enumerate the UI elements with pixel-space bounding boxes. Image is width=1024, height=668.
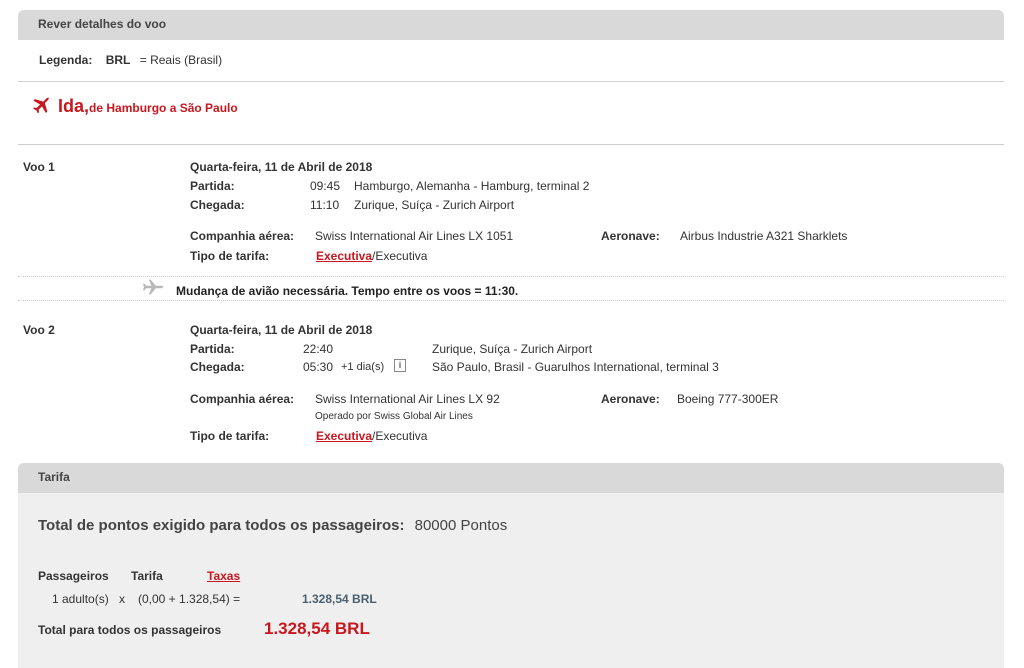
flight2-label: Voo 2 bbox=[23, 323, 55, 337]
grand-total-label: Total para todos os passageiros bbox=[38, 623, 222, 637]
flight2-fare: Executiva/Executiva bbox=[316, 429, 427, 443]
legend-eq: = bbox=[139, 53, 147, 67]
flight2-airline-label: Companhia aérea: bbox=[190, 392, 295, 406]
divider bbox=[18, 144, 1004, 145]
review-header: Rever detalhes do voo bbox=[18, 10, 1004, 40]
row-calc: (0,00 + 1.328,54) = bbox=[138, 592, 241, 606]
fare-panel: Tarifa bbox=[18, 463, 1004, 668]
flight2-arrival-time: 05:30 bbox=[303, 360, 334, 374]
flight1-airline-label: Companhia aérea: bbox=[190, 229, 295, 243]
col-taxes-link[interactable]: Taxas bbox=[207, 569, 240, 583]
direction-heading: Ida, de Hamburgo a São Paulo bbox=[30, 95, 238, 117]
flight2-date: Quarta-feira, 11 de Abril de 2018 bbox=[190, 323, 373, 337]
total-points-label: Total de pontos exigido para todos os pa… bbox=[38, 517, 405, 534]
review-title: Rever detalhes do voo bbox=[38, 17, 167, 31]
flight2-departure-time: 22:40 bbox=[303, 342, 334, 356]
flight2-fare-link[interactable]: Executiva bbox=[316, 429, 372, 443]
fare-title: Tarifa bbox=[38, 470, 70, 484]
col-passengers: Passageiros bbox=[38, 569, 109, 583]
flight2-fare-rest: /Executiva bbox=[372, 429, 428, 443]
flight1-airline: Swiss International Air Lines LX 1051 bbox=[315, 229, 514, 243]
fare-header: Tarifa bbox=[18, 463, 1004, 493]
flight1-departure-label: Partida: bbox=[190, 179, 235, 193]
flight1-aircraft-label: Aeronave: bbox=[601, 229, 660, 243]
flight2-fare-label: Tipo de tarifa: bbox=[190, 429, 270, 443]
flight2-arrival-extra: +1 dia(s) bbox=[341, 361, 385, 373]
plane-icon bbox=[33, 97, 50, 114]
flight1-fare-link[interactable]: Executiva bbox=[316, 249, 372, 263]
divider bbox=[18, 81, 1004, 82]
flight2-departure-label: Partida: bbox=[190, 342, 235, 356]
row-total: 1.328,54 BRL bbox=[302, 592, 377, 606]
total-points: Total de pontos exigido para todos os pa… bbox=[38, 517, 507, 534]
plane-connection-icon bbox=[142, 279, 164, 295]
flight1-fare-label: Tipo de tarifa: bbox=[190, 249, 270, 263]
flight2-arrival-place: São Paulo, Brasil - Guarulhos Internatio… bbox=[432, 360, 719, 374]
grand-total-value: 1.328,54 BRL bbox=[264, 619, 370, 638]
connection-note: Mudança de avião necessária. Tempo entre… bbox=[176, 284, 519, 298]
flight2-aircraft: Boeing 777-300ER bbox=[677, 392, 779, 406]
flight1-arrival-place: Zurique, Suíça - Zurich Airport bbox=[354, 198, 515, 212]
row-x: x bbox=[119, 592, 125, 606]
legend-label: Legenda: bbox=[39, 53, 93, 67]
flight1-departure-place: Hamburgo, Alemanha - Hamburg, terminal 2 bbox=[354, 179, 590, 193]
flight2-operated-by: Operado por Swiss Global Air Lines bbox=[315, 411, 473, 422]
flight1-aircraft: Airbus Industrie A321 Sharklets bbox=[680, 229, 848, 243]
flight1-fare-rest: /Executiva bbox=[372, 249, 428, 263]
legend: Legenda: BRL = Reais (Brasil) bbox=[39, 53, 222, 67]
total-points-value: 80000 Pontos bbox=[414, 517, 508, 534]
flight1-label: Voo 1 bbox=[23, 160, 55, 174]
dotted-divider bbox=[18, 276, 1004, 277]
row-passengers: 1 adulto(s) bbox=[52, 592, 109, 606]
legend-code: BRL bbox=[105, 53, 131, 67]
dotted-divider bbox=[18, 300, 1004, 301]
info-icon[interactable]: i bbox=[394, 359, 406, 372]
flight2-arrival-label: Chegada: bbox=[190, 360, 245, 374]
flight1-arrival-time: 11:10 bbox=[310, 198, 340, 212]
flight2-airline: Swiss International Air Lines LX 92 bbox=[315, 392, 500, 406]
flight2-departure-place: Zurique, Suíça - Zurich Airport bbox=[432, 342, 593, 356]
direction-route: de Hamburgo a São Paulo bbox=[89, 101, 238, 115]
col-fare: Tarifa bbox=[131, 569, 163, 583]
flight1-date: Quarta-feira, 11 de Abril de 2018 bbox=[190, 160, 373, 174]
legend-desc: Reais (Brasil) bbox=[150, 53, 223, 67]
direction-label: Ida, bbox=[58, 95, 90, 116]
flight1-arrival-label: Chegada: bbox=[190, 198, 245, 212]
flight2-aircraft-label: Aeronave: bbox=[601, 392, 660, 406]
flight1-departure-time: 09:45 bbox=[310, 179, 341, 193]
flight1-fare: Executiva/Executiva bbox=[316, 249, 427, 263]
